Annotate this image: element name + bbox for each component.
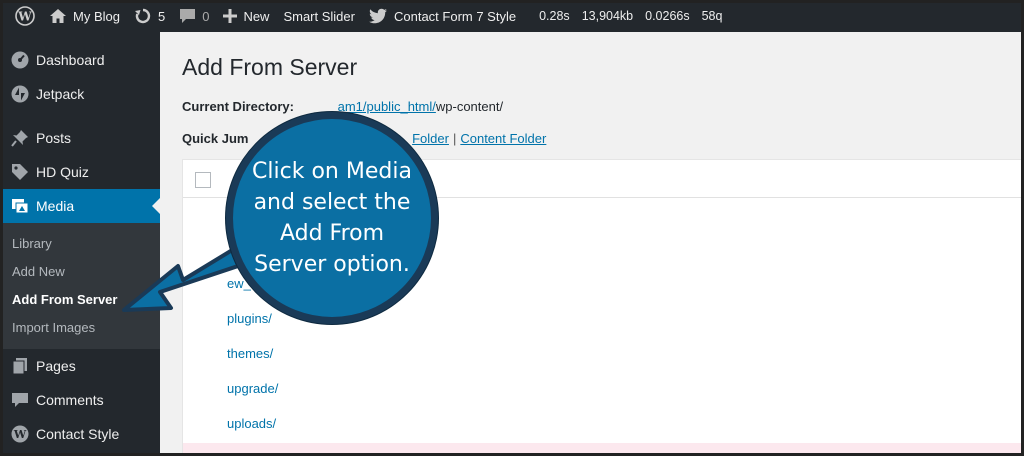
callout-line: Server option.	[254, 252, 410, 277]
callout-text: Click on Media and select the Add From S…	[242, 156, 422, 280]
callout-arrow	[122, 236, 264, 312]
callout-line: and select the	[253, 190, 411, 215]
callout-line: Add From	[279, 221, 385, 246]
tutorial-callout: Click on Media and select the Add From S…	[226, 112, 438, 324]
callout-line: Click on Media	[252, 159, 412, 184]
